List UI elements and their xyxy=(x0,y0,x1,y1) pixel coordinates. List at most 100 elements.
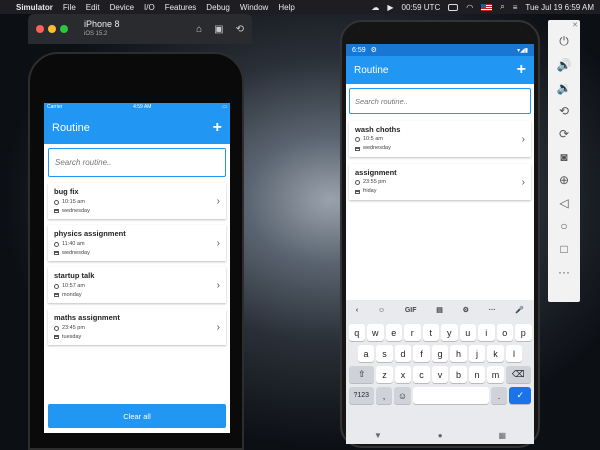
key-q[interactable]: q xyxy=(348,324,365,341)
key-k[interactable]: k xyxy=(487,345,504,362)
key-c[interactable]: c xyxy=(413,366,430,383)
key-d[interactable]: d xyxy=(394,345,412,362)
power-icon[interactable]: ⏻ xyxy=(559,34,569,49)
list-item[interactable]: assignment 23:55 pm friday › xyxy=(349,164,531,200)
keyboard-settings-icon[interactable]: ⚙ xyxy=(463,306,469,314)
key-r[interactable]: r xyxy=(404,324,421,341)
nav-recents-icon[interactable]: ▦ xyxy=(498,431,506,440)
video-icon[interactable]: ▶ xyxy=(387,3,393,12)
menubar-datetime[interactable]: Tue Jul 19 6:59 AM xyxy=(525,3,594,12)
comma-key[interactable]: , xyxy=(375,387,393,404)
menu-help[interactable]: Help xyxy=(278,3,294,12)
key-i[interactable]: i xyxy=(478,324,495,341)
gif-button[interactable]: GIF xyxy=(405,307,417,314)
key-x[interactable]: x xyxy=(394,366,412,383)
symbols-key[interactable]: ?123 xyxy=(348,387,374,404)
android-status-bar: 6:59 ⚙ ▾◢▮ xyxy=(346,44,534,56)
calendar-icon xyxy=(355,146,360,151)
rotate-right-icon[interactable]: ⟳ xyxy=(559,127,569,141)
emoji-icon[interactable]: ☺ xyxy=(378,307,385,314)
backspace-key-icon[interactable]: ⌫ xyxy=(505,366,531,383)
key-o[interactable]: o xyxy=(496,324,513,341)
cloud-icon[interactable]: ☁ xyxy=(371,3,379,12)
list-item[interactable]: maths assignment 23:45 pm tuesday › xyxy=(48,309,226,345)
menu-device[interactable]: Device xyxy=(110,3,134,12)
clock-icon xyxy=(54,283,59,289)
list-item[interactable]: physics assignment 11:40 am wednesday › xyxy=(48,225,226,261)
key-p[interactable]: p xyxy=(515,324,532,341)
key-y[interactable]: y xyxy=(441,324,458,341)
rotate-left-icon[interactable]: ⟲ xyxy=(559,104,569,118)
volume-up-icon[interactable]: 🔊 xyxy=(557,58,572,72)
key-h[interactable]: h xyxy=(450,345,467,362)
key-m[interactable]: m xyxy=(487,366,504,383)
menu-edit[interactable]: Edit xyxy=(86,3,100,12)
control-center-icon[interactable]: ≡ xyxy=(513,3,518,12)
key-n[interactable]: n xyxy=(468,366,486,383)
more-options-icon[interactable]: ··· xyxy=(558,265,570,279)
add-routine-button[interactable]: + xyxy=(517,62,526,78)
emoji-key-icon[interactable]: ☺ xyxy=(394,387,411,404)
volume-down-icon[interactable]: 🔉 xyxy=(557,81,572,95)
nav-home-icon[interactable]: ● xyxy=(438,431,443,440)
battery-icon[interactable] xyxy=(448,3,459,11)
nav-down-icon[interactable]: ▼ xyxy=(374,431,382,440)
camera-icon[interactable]: ◙ xyxy=(560,150,567,164)
routine-day: wednesday xyxy=(363,145,391,151)
search-icon[interactable]: ⌕ xyxy=(500,2,504,12)
search-input[interactable]: Search routine.. xyxy=(48,148,226,177)
close-window-button[interactable] xyxy=(36,25,44,33)
key-s[interactable]: s xyxy=(376,345,393,362)
wifi-icon[interactable]: ◠ xyxy=(466,3,473,12)
home-icon[interactable]: ⌂ xyxy=(196,24,202,35)
space-key[interactable] xyxy=(412,387,489,404)
period-key[interactable]: . xyxy=(490,387,508,404)
routine-time: 11:40 am xyxy=(62,240,85,247)
chevron-right-icon: › xyxy=(216,195,220,207)
key-t[interactable]: t xyxy=(422,324,439,341)
menu-debug[interactable]: Debug xyxy=(206,3,230,12)
close-icon[interactable]: ✕ xyxy=(572,21,578,29)
shift-key-icon[interactable]: ⇧ xyxy=(349,366,375,383)
add-routine-button[interactable]: + xyxy=(213,119,222,136)
enter-key[interactable]: ✓ xyxy=(509,387,532,404)
key-b[interactable]: b xyxy=(450,366,467,383)
menubar-clock-utc[interactable]: 00:59 UTC xyxy=(402,3,441,12)
key-z[interactable]: z xyxy=(376,366,393,383)
list-item[interactable]: startup talk 10:57 am monday › xyxy=(48,267,226,303)
clear-all-button[interactable]: Clear all xyxy=(48,404,226,428)
key-l[interactable]: l xyxy=(505,345,523,362)
mic-icon[interactable]: 🎤 xyxy=(515,306,524,314)
more-icon[interactable]: ··· xyxy=(489,307,496,314)
zoom-window-button[interactable] xyxy=(60,25,68,33)
list-item[interactable]: bug fix 10:15 am wednesday › xyxy=(48,183,226,219)
list-item[interactable]: wash choths 10:5 am wednesday › xyxy=(349,121,531,157)
ios-app-screen: Carrier 4:59 AM ▭ Routine + Search routi… xyxy=(44,103,230,433)
home-circle-icon[interactable]: ○ xyxy=(560,219,567,233)
key-j[interactable]: j xyxy=(468,345,486,362)
minimize-window-button[interactable] xyxy=(48,25,56,33)
key-u[interactable]: u xyxy=(459,324,476,341)
us-flag-icon[interactable] xyxy=(481,3,493,11)
back-icon[interactable]: ◁ xyxy=(559,196,568,210)
menu-window[interactable]: Window xyxy=(240,3,268,12)
key-a[interactable]: a xyxy=(357,345,375,362)
back-chevron-icon[interactable]: ‹ xyxy=(356,307,358,314)
clock-icon xyxy=(54,325,59,331)
menu-features[interactable]: Features xyxy=(165,3,197,12)
screenshot-icon[interactable]: ▣ xyxy=(214,24,223,35)
menu-app-name[interactable]: Simulator xyxy=(16,3,53,12)
search-input[interactable]: Search routine.. xyxy=(349,88,531,114)
menu-io[interactable]: I/O xyxy=(144,3,155,12)
menu-file[interactable]: File xyxy=(63,3,76,12)
key-w[interactable]: w xyxy=(367,324,384,341)
key-e[interactable]: e xyxy=(385,324,402,341)
key-g[interactable]: g xyxy=(431,345,449,362)
zoom-icon[interactable]: ⊕ xyxy=(559,173,569,187)
clipboard-icon[interactable]: ▤ xyxy=(436,306,443,314)
key-v[interactable]: v xyxy=(431,366,449,383)
overview-icon[interactable]: □ xyxy=(560,242,567,256)
rotate-icon[interactable]: ⟲ xyxy=(236,24,244,35)
key-f[interactable]: f xyxy=(413,345,430,362)
ios-status-time: 4:59 AM xyxy=(133,104,152,110)
